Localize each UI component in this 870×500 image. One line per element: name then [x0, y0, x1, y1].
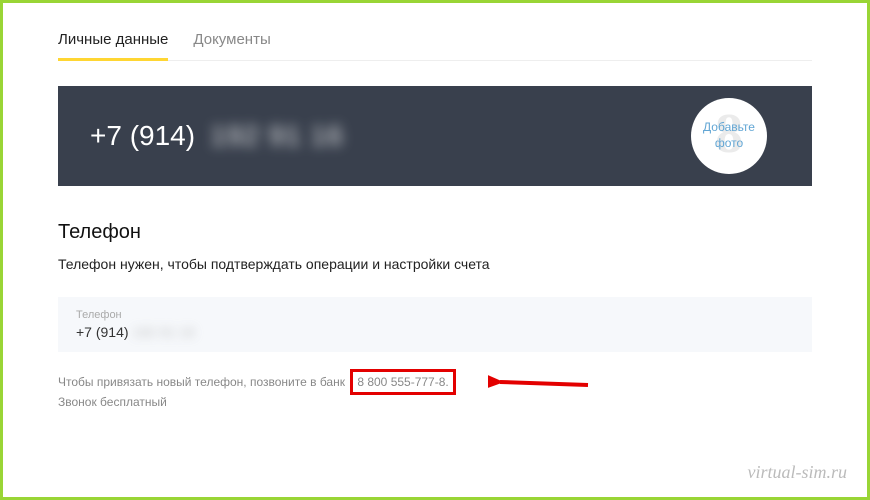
section-description: Телефон нужен, чтобы подтверждать операц… — [58, 256, 812, 272]
phone-section: Телефон Телефон нужен, чтобы подтверждат… — [58, 221, 812, 413]
phone-field-label: Телефон — [76, 309, 794, 321]
hero-phone-masked: 192 91 16 — [210, 120, 344, 152]
avatar-text-line1: Добавьте — [703, 120, 755, 136]
highlighted-phone-number: 8 800 555-777-8. — [350, 369, 455, 395]
tab-personal-data[interactable]: Личные данные — [58, 23, 168, 60]
section-title: Телефон — [58, 221, 812, 244]
add-photo-button[interactable]: 8 Добавьте фото — [691, 98, 767, 174]
profile-hero: +7 (914) 192 91 16 8 Добавьте фото — [58, 86, 812, 186]
phone-field-value: +7 (914) 192 91 16 — [76, 324, 794, 340]
avatar-text-line2: фото — [715, 136, 743, 152]
tab-documents[interactable]: Документы — [193, 23, 270, 60]
phone-value-prefix: +7 (914) — [76, 324, 129, 340]
hint-text: Чтобы привязать новый телефон, позвоните… — [58, 372, 812, 413]
hero-phone-number: +7 (914) 192 91 16 — [90, 120, 344, 152]
hero-phone-prefix: +7 (914) — [90, 120, 195, 152]
watermark: virtual-sim.ru — [747, 462, 847, 483]
phone-field[interactable]: Телефон +7 (914) 192 91 16 — [58, 297, 812, 352]
hint-before: Чтобы привязать новый телефон, позвоните… — [58, 372, 345, 392]
tabs: Личные данные Документы — [58, 23, 812, 61]
phone-value-masked: 192 91 16 — [133, 324, 195, 340]
hint-line2: Звонок бесплатный — [58, 392, 812, 412]
callout-arrow-icon — [488, 370, 598, 400]
